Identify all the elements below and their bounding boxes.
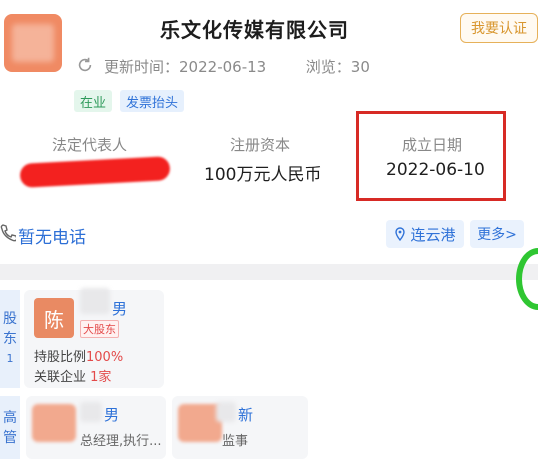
- shareholder-tab-char: 股: [3, 311, 17, 327]
- legal-rep-redacted: [19, 156, 171, 188]
- holding-ratio-label: 持股比例: [34, 350, 87, 365]
- capital-label: 注册资本: [230, 136, 291, 154]
- more-button[interactable]: 更多>: [470, 220, 524, 248]
- refresh-icon[interactable]: [76, 56, 94, 74]
- manager-name[interactable]: 新: [238, 404, 253, 425]
- holding-ratio: 持股比例100%: [34, 346, 123, 365]
- update-info: 更新时间：2022-06-13 浏览：30: [104, 56, 370, 77]
- manager-name-redacted: [80, 402, 102, 422]
- updated-label: 更新时间：: [104, 58, 180, 76]
- management-tab-char: 高: [3, 409, 17, 426]
- location-label: 连云港: [410, 225, 456, 244]
- phone-icon: [0, 224, 16, 242]
- shareholder-tab-char: 东: [3, 331, 17, 347]
- related-companies[interactable]: 关联企业 1家: [34, 366, 111, 385]
- shareholder-count: 1: [6, 352, 14, 365]
- updated-date: 2022-06-13: [179, 58, 267, 76]
- manager-role: 监事: [222, 434, 249, 449]
- company-logo: [4, 14, 62, 72]
- location-pin-icon: [395, 227, 406, 241]
- capital-value: 100万元人民币: [204, 165, 322, 185]
- related-value: 1家: [90, 370, 112, 385]
- shareholder-name-redacted: [80, 288, 110, 314]
- green-ring-overlay: [516, 248, 538, 310]
- section-divider: [0, 264, 538, 280]
- certify-button[interactable]: 我要认证: [460, 13, 538, 43]
- highlight-box: [356, 111, 506, 201]
- shareholder-avatar: 陈: [34, 298, 74, 338]
- related-label: 关联企业: [34, 370, 87, 385]
- manager-role: 总经理,执行...: [80, 434, 162, 449]
- manager-name-redacted: [216, 402, 236, 422]
- views-count: 30: [350, 58, 370, 76]
- company-name: 乐文化传媒有限公司: [160, 18, 349, 42]
- shareholder-tab[interactable]: 股 东 1: [0, 290, 20, 388]
- location-button[interactable]: 连云港: [386, 220, 464, 248]
- phone-text[interactable]: 暂无电话: [18, 223, 86, 248]
- status-badge: 在业: [74, 90, 113, 112]
- management-tab[interactable]: 高 管: [0, 396, 20, 459]
- shareholder-name[interactable]: 男: [112, 298, 127, 319]
- invoice-title-badge[interactable]: 发票抬头: [120, 90, 185, 112]
- holding-ratio-value: 100%: [86, 350, 124, 365]
- manager-name[interactable]: 男: [104, 404, 119, 425]
- legal-rep-label: 法定代表人: [52, 136, 128, 154]
- major-shareholder-badge: 大股东: [80, 320, 119, 338]
- manager-avatar: [32, 404, 76, 442]
- management-tab-char: 管: [3, 429, 17, 446]
- views-label: 浏览：: [305, 58, 351, 76]
